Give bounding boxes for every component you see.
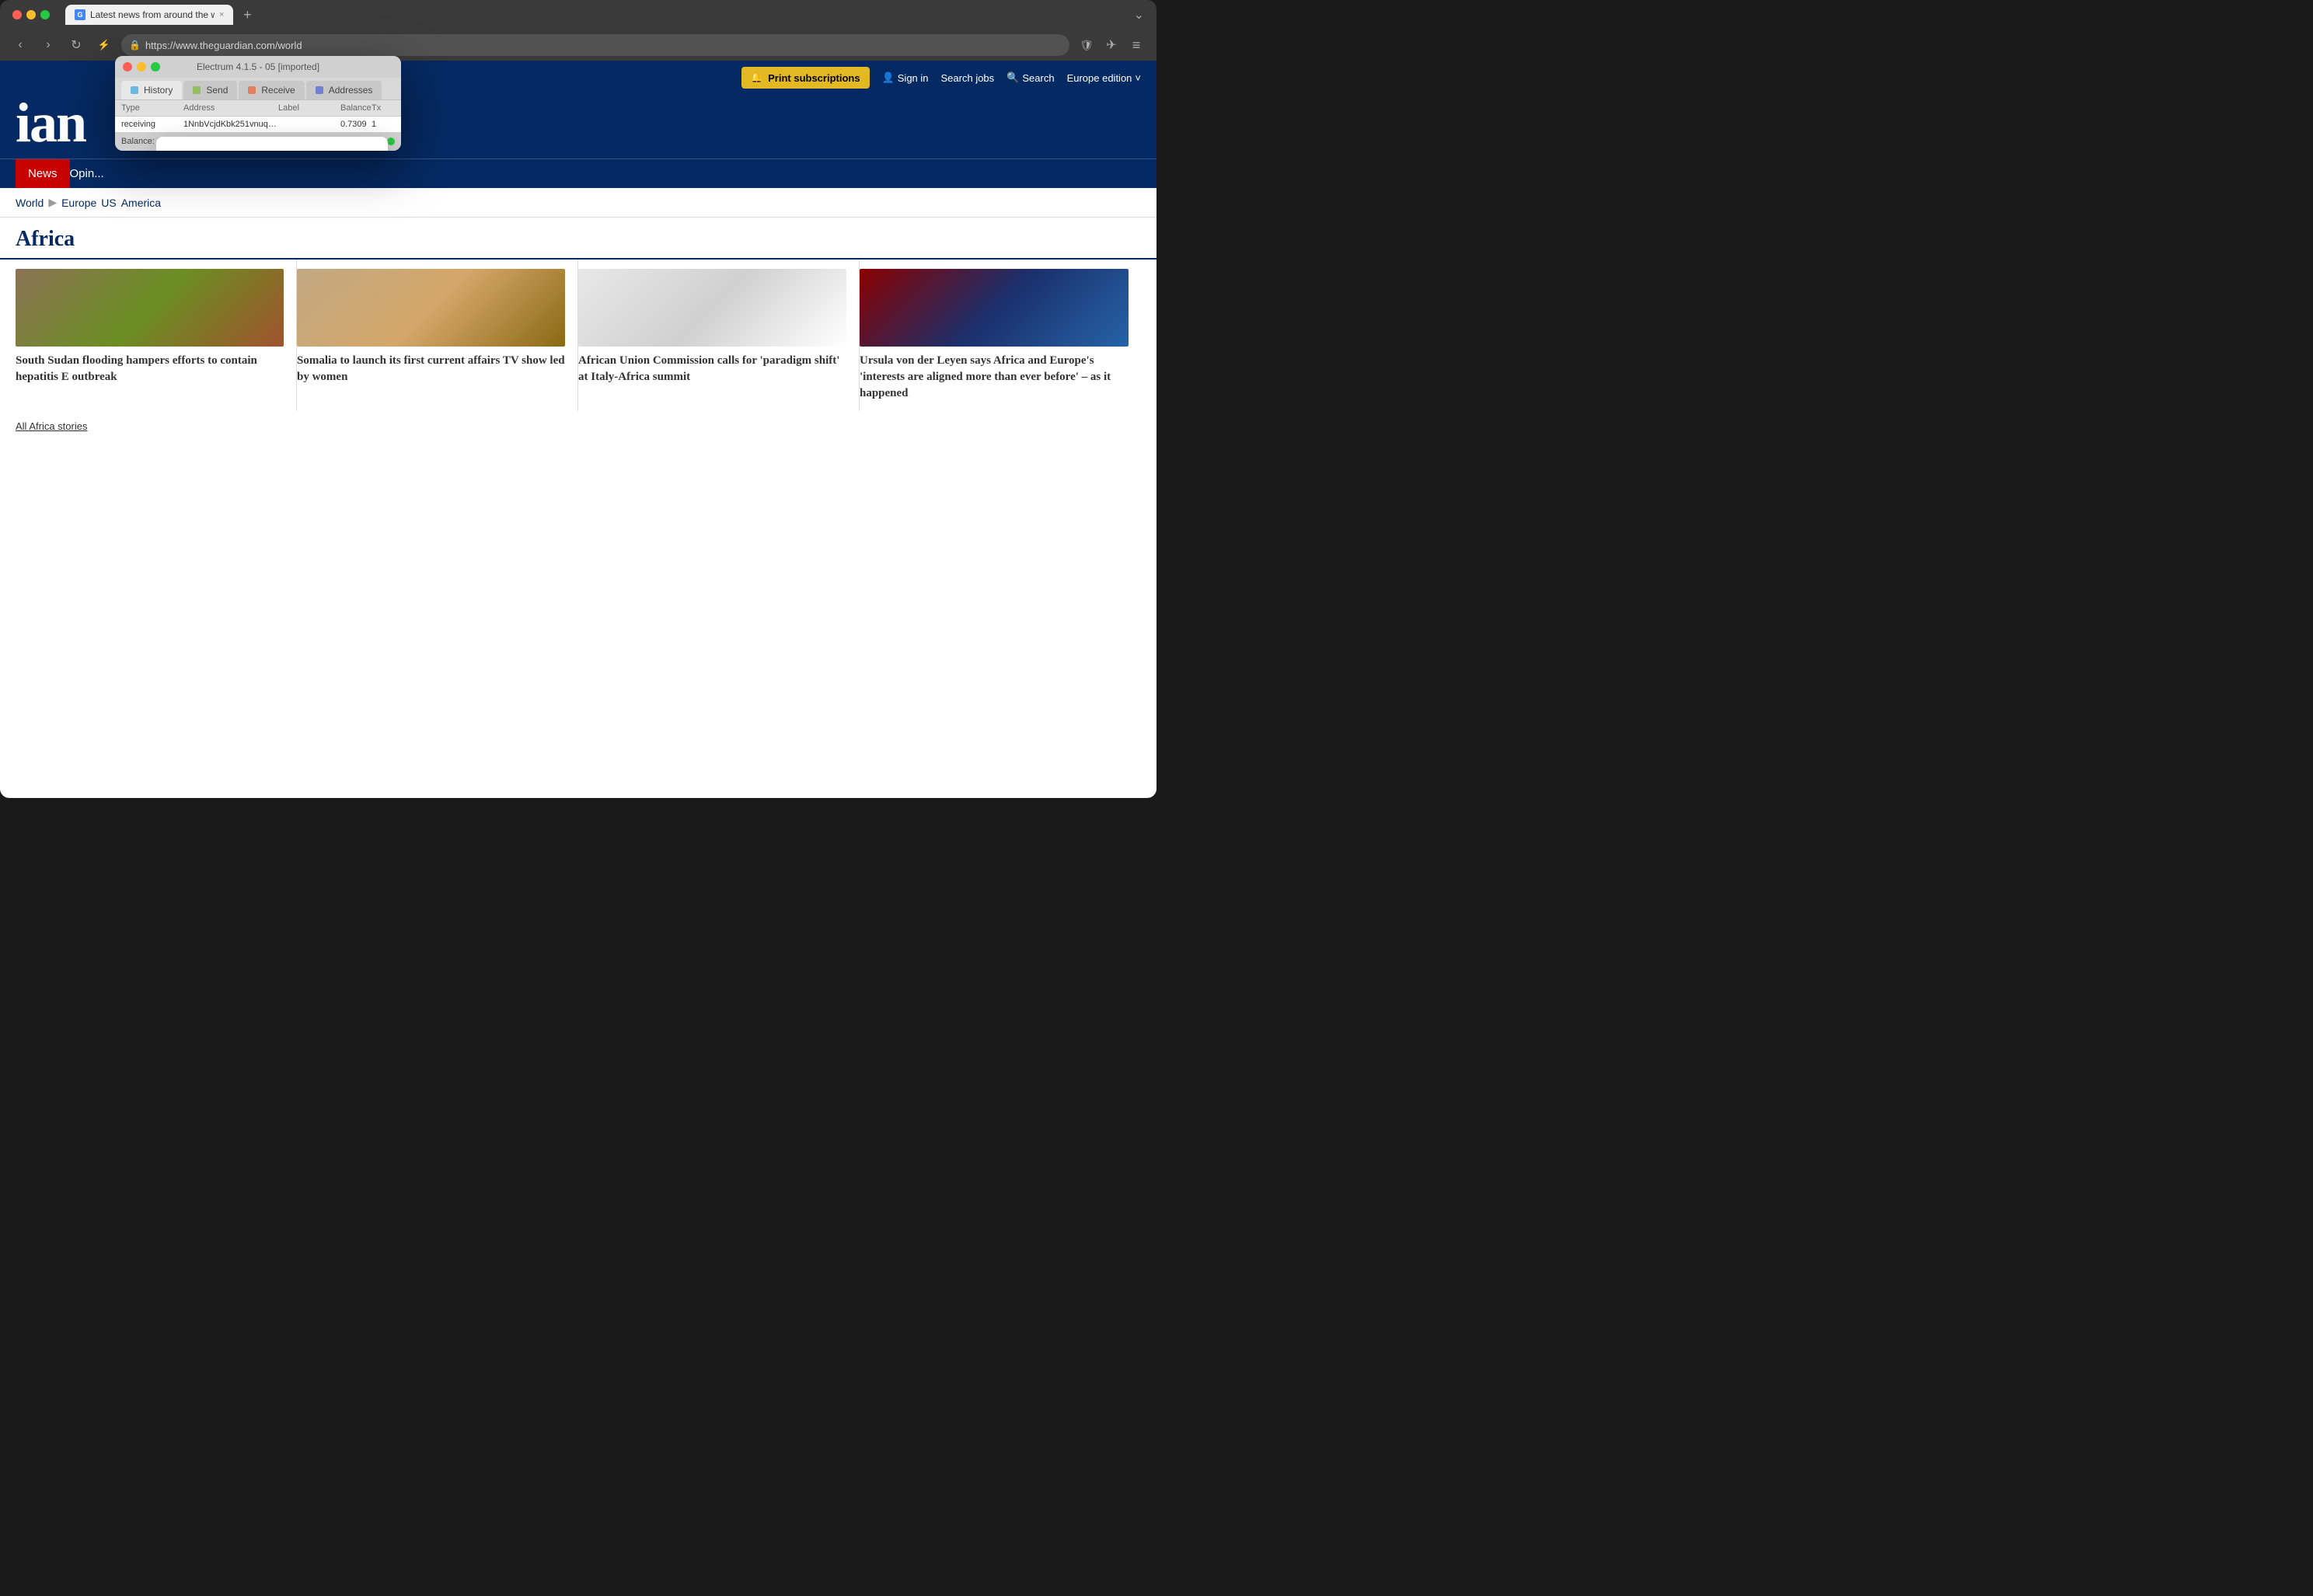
article-image-3 (578, 269, 846, 347)
send-tab-icon (193, 86, 201, 94)
search-link[interactable]: 🔍 Search (1006, 71, 1054, 84)
article-card-1[interactable]: South Sudan flooding hampers efforts to … (16, 260, 297, 411)
tab-title: Latest news from around the we... (90, 9, 215, 20)
all-africa-stories-link[interactable]: All Africa stories (0, 411, 1156, 441)
connection-status-indicator (387, 138, 395, 145)
electrum-close-button[interactable] (123, 62, 132, 71)
table-row-address: 1NnbVcjdKbk251vnuqCXbmVs72KvC1ECiv (183, 120, 278, 129)
breadcrumb-us[interactable]: US (101, 197, 116, 209)
section-title: Africa (0, 218, 1156, 260)
private-key-dialog: Address: 1NnbVcjdKbk251vnuqCXbmVs72KvC1E… (156, 137, 388, 151)
share-icon[interactable]: ✈ (1101, 34, 1122, 56)
electrum-title: Electrum 4.1.5 - 05 [imported] (197, 61, 319, 72)
browser-traffic-lights (12, 10, 50, 19)
person-icon: 👤 (882, 71, 895, 84)
article-image-4 (860, 269, 1129, 347)
electrum-traffic-lights (123, 62, 160, 71)
history-tab-icon (131, 86, 138, 94)
article-grid: South Sudan flooding hampers efforts to … (0, 260, 1156, 411)
edition-selector[interactable]: Europe edition ˅ (1067, 72, 1141, 84)
breadcrumb-europe[interactable]: Europe (61, 197, 96, 209)
article-image-1 (16, 269, 284, 347)
website-content: 🔔 Print subscriptions 👤 Sign in Search j… (0, 61, 1156, 798)
url-input[interactable] (145, 40, 1062, 51)
breadcrumb: World ▶ Europe US America (0, 188, 1156, 218)
table-row-tx: 1 (372, 120, 395, 129)
print-subscriptions-button[interactable]: 🔔 Print subscriptions (741, 67, 870, 89)
electrum-table-row[interactable]: receiving 1NnbVcjdKbk251vnuqCXbmVs72KvC1… (115, 117, 401, 132)
print-icon: 🔔 (751, 71, 763, 84)
menu-icon[interactable]: ≡ (1125, 34, 1147, 56)
search-icon: 🔍 (1006, 71, 1019, 84)
active-tab[interactable]: G Latest news from around the we... × (65, 5, 233, 25)
guardian-nav: News Opin... (0, 159, 1156, 188)
electrum-tab-send[interactable]: Send (183, 81, 237, 99)
electrum-titlebar: Electrum 4.1.5 - 05 [imported] (115, 56, 401, 78)
toolbar-right-icons: 🛡 ✈ ≡ (1076, 34, 1147, 56)
sign-in-link[interactable]: 👤 Sign in (882, 71, 929, 84)
extensions-button[interactable]: ⚡ (93, 34, 115, 56)
address-bar[interactable]: 🔒 (121, 34, 1069, 56)
lock-icon: 🔒 (129, 40, 141, 51)
tab-bar: G Latest news from around the we... × + (65, 4, 1128, 26)
browser-minimize-button[interactable] (26, 10, 36, 19)
window-controls-dropdown[interactable]: ⌄ (1134, 7, 1144, 23)
back-button[interactable]: ‹ (9, 34, 31, 56)
forward-button[interactable]: › (37, 34, 59, 56)
browser-titlebar: G Latest news from around the we... × + … (0, 0, 1156, 30)
nav-item-news[interactable]: News (16, 159, 70, 188)
breadcrumb-america[interactable]: America (121, 197, 161, 209)
electrum-table-header: Type Address Label Balance Tx (115, 100, 401, 117)
electrum-window: Electrum 4.1.5 - 05 [imported] History S… (115, 56, 401, 151)
electrum-minimize-button[interactable] (137, 62, 146, 71)
browser-maximize-button[interactable] (40, 10, 50, 19)
article-title-3: African Union Commission calls for 'para… (578, 353, 846, 385)
table-row-label (278, 120, 340, 129)
addresses-tab-icon (316, 86, 323, 94)
article-title-1: South Sudan flooding hampers efforts to … (16, 353, 284, 385)
nav-item-opinion[interactable]: Opin... (70, 159, 117, 188)
electrum-tab-addresses[interactable]: Addresses (306, 81, 382, 99)
article-card-4[interactable]: Ursula von der Leyen says Africa and Eur… (860, 260, 1141, 411)
article-card-2[interactable]: Somalia to launch its first current affa… (297, 260, 578, 411)
table-row-balance: 0.7309 (340, 120, 372, 129)
electrum-tab-history[interactable]: History (121, 81, 182, 99)
breadcrumb-arrow: ▶ (48, 196, 57, 209)
browser-close-button[interactable] (12, 10, 22, 19)
article-title-4: Ursula von der Leyen says Africa and Eur… (860, 353, 1129, 402)
electrum-tab-bar: History Send Receive Addresses (115, 78, 401, 100)
shield-icon[interactable]: 🛡 (1076, 34, 1097, 56)
electrum-maximize-button[interactable] (151, 62, 160, 71)
new-tab-button[interactable]: + (236, 4, 258, 26)
receive-tab-icon (248, 86, 256, 94)
tab-close-icon[interactable]: × (219, 10, 224, 19)
breadcrumb-world[interactable]: World (16, 197, 44, 209)
tab-favicon: G (75, 9, 85, 20)
chevron-down-icon: ˅ (1135, 72, 1141, 84)
guardian-logo: ian (16, 95, 85, 151)
article-image-2 (297, 269, 565, 347)
electrum-tab-receive[interactable]: Receive (239, 81, 304, 99)
refresh-button[interactable]: ↻ (65, 34, 87, 56)
article-title-2: Somalia to launch its first current affa… (297, 353, 565, 385)
search-jobs-link[interactable]: Search jobs (941, 72, 995, 84)
pk-address-row: Address: 1NnbVcjdKbk251vnuqCXbmVs72KvC1E… (169, 149, 375, 151)
article-card-3[interactable]: African Union Commission calls for 'para… (578, 260, 860, 411)
